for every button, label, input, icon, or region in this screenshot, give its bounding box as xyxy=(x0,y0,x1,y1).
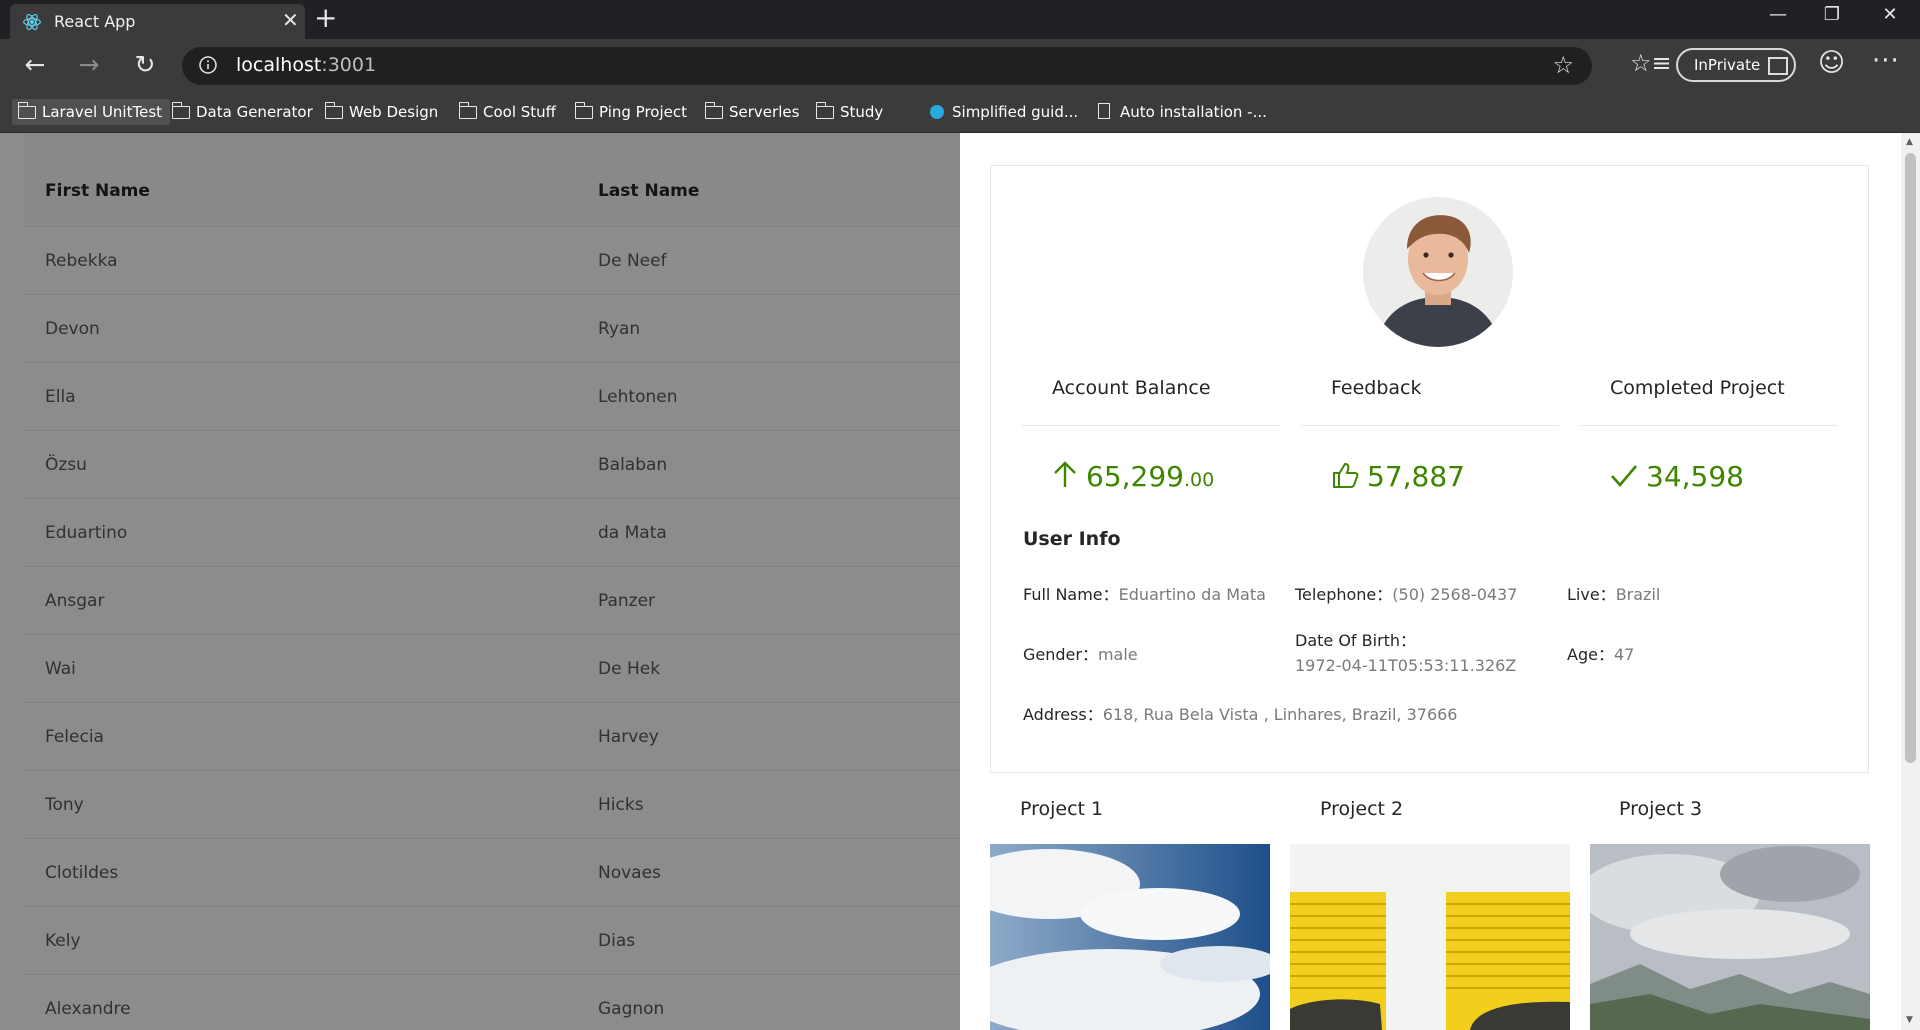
window-close-icon[interactable]: ✕ xyxy=(1860,0,1920,32)
user-info-title: User Info xyxy=(1023,528,1121,550)
user-card: Account Balance 65,299.00 Feedback 57,88… xyxy=(990,165,1869,773)
page-content: First Name Last Name Rebekka De Neef Devo… xyxy=(0,133,1920,1030)
stat-account-balance: Account Balance 65,299.00 xyxy=(1022,366,1280,493)
vertical-scrollbar[interactable]: ▲ ▼ xyxy=(1901,133,1920,1030)
more-options-icon[interactable]: ··· xyxy=(1872,46,1900,76)
favorites-icon[interactable]: ☆≡ xyxy=(1630,49,1672,77)
field-gender: Gender：male xyxy=(1023,645,1138,664)
folder-icon xyxy=(324,102,343,119)
stat-value: 57,887 xyxy=(1367,460,1465,493)
stat-title: Completed Project xyxy=(1580,366,1838,426)
inprivate-icon xyxy=(1768,57,1788,75)
bookmark-item[interactable]: Ping Project xyxy=(569,99,687,125)
inprivate-button[interactable]: InPrivate xyxy=(1676,48,1796,82)
field-full-name: Full Name：Eduartino da Mata xyxy=(1023,585,1266,604)
restore-icon[interactable]: ❐ xyxy=(1802,0,1862,32)
folder-icon xyxy=(17,102,36,119)
project-1-title: Project 1 xyxy=(1020,798,1104,820)
bookmarks-bar: Laravel UnitTest Data Generator Web Desi… xyxy=(0,92,1920,133)
project-3-title: Project 3 xyxy=(1619,798,1703,820)
address-bar[interactable]: localhost:3001 ☆ xyxy=(182,47,1592,85)
project-1-image[interactable] xyxy=(990,844,1270,1030)
project-2-title: Project 2 xyxy=(1320,798,1404,820)
field-age: Age：47 xyxy=(1567,645,1635,664)
scroll-down-icon[interactable]: ▼ xyxy=(1906,1015,1913,1025)
scrollbar-thumb[interactable] xyxy=(1905,153,1916,763)
url-text: localhost:3001 xyxy=(236,54,377,76)
react-logo-icon xyxy=(23,14,41,30)
drawer-mask[interactable] xyxy=(0,133,960,1030)
user-detail-drawer: Account Balance 65,299.00 Feedback 57,88… xyxy=(960,133,1901,1030)
folder-icon xyxy=(171,102,190,119)
stat-title: Account Balance xyxy=(1022,366,1280,426)
field-live: Live：Brazil xyxy=(1567,585,1661,604)
minimize-icon[interactable]: — xyxy=(1748,0,1808,32)
page-icon xyxy=(1098,103,1110,119)
field-date-of-birth: Date Of Birth： 1972-04-11T05:53:11.326Z xyxy=(1295,631,1517,675)
bookmark-item[interactable]: Web Design xyxy=(319,99,438,125)
avatar xyxy=(1363,197,1513,347)
check-icon xyxy=(1611,465,1637,487)
folder-icon xyxy=(574,102,593,119)
bookmark-item[interactable]: Study xyxy=(810,99,883,125)
stat-feedback: Feedback 57,887 xyxy=(1301,366,1559,493)
field-telephone: Telephone：(50) 2568-0437 xyxy=(1295,585,1518,604)
bookmark-item[interactable]: Serverles xyxy=(699,99,799,125)
bookmark-item[interactable]: Auto installation -... xyxy=(1090,99,1267,125)
refresh-icon[interactable]: ↻ xyxy=(128,49,162,83)
stat-title: Feedback xyxy=(1301,366,1559,426)
browser-tab-strip: React App ✕ + — ❐ ✕ xyxy=(0,0,1920,39)
feedback-smiley-icon[interactable]: ☺ xyxy=(1818,48,1845,78)
folder-icon xyxy=(704,102,723,119)
folder-icon xyxy=(815,102,834,119)
star-icon[interactable]: ☆ xyxy=(1552,51,1574,79)
stat-completed-project: Completed Project 34,598 xyxy=(1580,366,1838,493)
bookmark-item[interactable]: Cool Stuff xyxy=(453,99,556,125)
project-2-image[interactable] xyxy=(1290,844,1570,1030)
new-tab-icon[interactable]: + xyxy=(314,2,337,34)
back-icon[interactable]: ← xyxy=(18,49,52,83)
bookmark-item[interactable]: Laravel UnitTest xyxy=(12,99,171,125)
tab-title: React App xyxy=(54,12,136,31)
yellow-shutters-image-icon xyxy=(1290,844,1570,1030)
arrow-up-icon xyxy=(1054,461,1076,487)
scroll-up-icon[interactable]: ▲ xyxy=(1906,137,1913,147)
thumbs-up-icon xyxy=(1333,462,1359,488)
bookmark-item[interactable]: Data Generator xyxy=(166,99,313,125)
field-address: Address：618, Rua Bela Vista , Linhares, … xyxy=(1023,705,1458,724)
project-3-image[interactable] xyxy=(1590,844,1870,1030)
sky-clouds-image-icon xyxy=(990,844,1270,1030)
site-favicon-icon xyxy=(930,105,944,119)
info-icon[interactable] xyxy=(198,55,218,75)
stat-value: 34,598 xyxy=(1646,460,1744,493)
stat-value: 65,299 xyxy=(1086,460,1184,493)
close-tab-icon[interactable]: ✕ xyxy=(282,8,299,32)
browser-tab[interactable]: React App ✕ xyxy=(10,4,305,39)
forward-icon[interactable]: → xyxy=(72,49,106,83)
avatar-portrait-icon xyxy=(1363,197,1513,347)
mountain-landscape-image-icon xyxy=(1590,844,1870,1030)
bookmark-item[interactable]: Simplified guid... xyxy=(922,99,1078,125)
stat-decimal: .00 xyxy=(1183,469,1215,491)
folder-icon xyxy=(458,102,477,119)
